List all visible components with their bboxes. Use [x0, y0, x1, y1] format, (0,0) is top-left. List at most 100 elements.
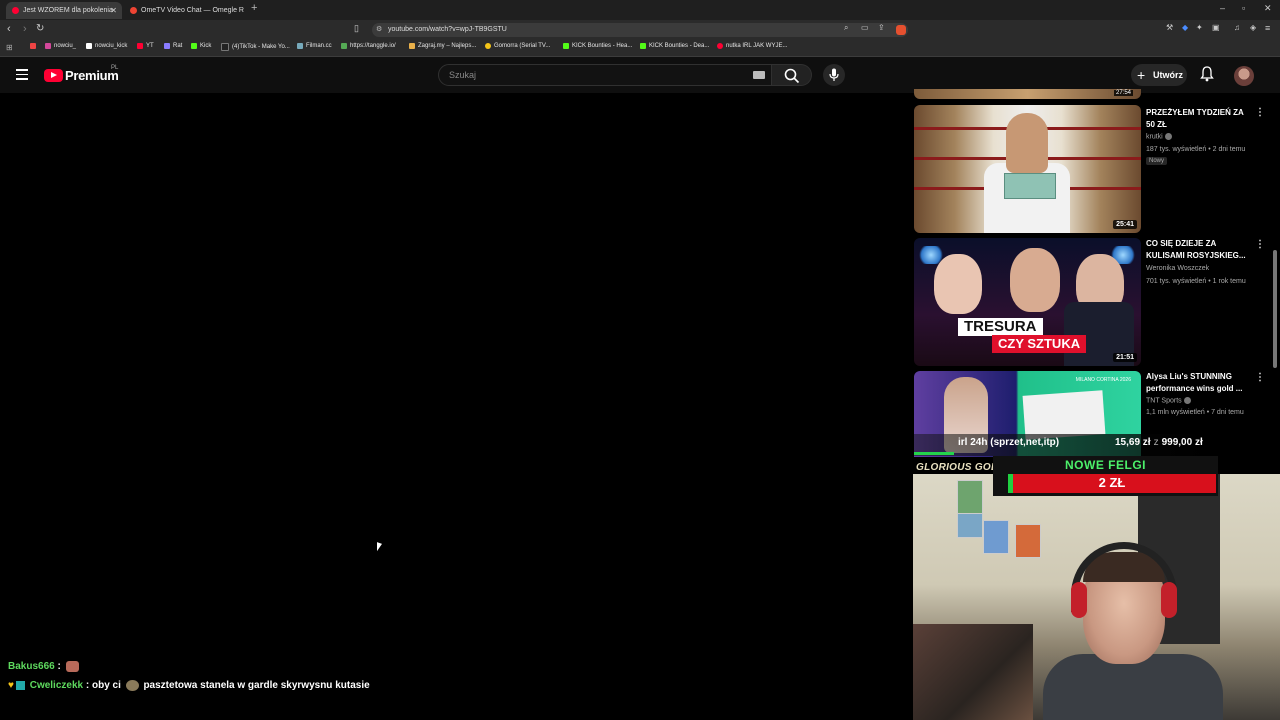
wall-poster: [957, 504, 983, 538]
notifications-bell-icon[interactable]: [1200, 66, 1214, 82]
bookmark-icon[interactable]: ▯: [354, 23, 359, 34]
maximize-button[interactable]: ▫: [1242, 3, 1245, 13]
thumb-text: CZY SZTUKA: [992, 335, 1087, 353]
channel-name[interactable]: TNT Sports: [1146, 397, 1191, 404]
wall-poster: [957, 480, 983, 514]
chat-text: oby ci: [91, 680, 121, 692]
ometv-favicon-icon: [130, 7, 137, 14]
headset-earcup: [1161, 582, 1177, 618]
bookmark-item[interactable]: Filman.cc: [297, 43, 332, 49]
sidebar-icon[interactable]: ▣: [1212, 23, 1220, 32]
background-clutter: [913, 624, 1033, 720]
menu-icon[interactable]: ≡: [1265, 23, 1270, 33]
bookmark-item[interactable]: Zagraj.my – Najleps...: [409, 43, 476, 49]
chat-text: pasztetowa stanela w gardle skyrwysnu ku…: [143, 680, 370, 692]
back-icon[interactable]: ‹: [7, 23, 11, 35]
video-title[interactable]: PRZEŻYŁEM TYDZIEŃ ZA 50 ZŁ: [1146, 107, 1250, 131]
bookmark-item[interactable]: [30, 43, 39, 49]
previous-video-thumbnail[interactable]: [914, 89, 1141, 99]
headset-earcup: [1071, 582, 1087, 618]
thumb-text: TRESURA: [958, 318, 1043, 336]
thumb-text: MILANO CORTINA 2026: [1075, 377, 1131, 383]
minimize-button[interactable]: –: [1220, 3, 1225, 13]
microphone-icon: [829, 68, 839, 81]
thumb-art-banknote: [1004, 173, 1056, 199]
close-window-button[interactable]: ✕: [1264, 3, 1272, 14]
search-input[interactable]: Szukaj: [438, 64, 772, 86]
url-field[interactable]: ⚙ youtube.com/watch?v=wpJ-TB9GSTU: [372, 23, 908, 37]
keyboard-icon[interactable]: [753, 71, 765, 79]
cast-icon[interactable]: ▭: [861, 23, 869, 32]
tab-youtube[interactable]: Jest WZOREM dla pokolenia ✕: [6, 2, 122, 19]
bookmark-item[interactable]: (4)TikTok - Make Yo...: [221, 43, 290, 51]
bookmark-item[interactable]: YT: [137, 43, 154, 49]
donation-goal-amount: 15,69 zł z 999,00 zł: [1115, 437, 1203, 448]
bookmark-item[interactable]: https://tanggle.io/: [341, 43, 396, 49]
page-scrollbar[interactable]: [1273, 250, 1277, 368]
logo-region: PL: [111, 65, 119, 71]
sponsor-logo: GLORIOUS GOLD: [916, 462, 1005, 473]
forward-icon[interactable]: ›: [23, 23, 27, 35]
search-icon: [784, 68, 800, 84]
thumb-art-face: [934, 254, 982, 314]
bookmark-item[interactable]: KICK Bounties - Dea...: [640, 43, 709, 49]
thumb-art-face: [1010, 248, 1060, 312]
site-info-icon[interactable]: ⚙: [376, 23, 382, 37]
new-tab-button[interactable]: +: [251, 2, 257, 14]
bookmark-item[interactable]: Rat: [164, 43, 182, 49]
verified-icon: [1164, 133, 1172, 140]
tab-title: Jest WZOREM dla pokolenia: [23, 7, 113, 14]
more-actions-icon[interactable]: ⋮: [1255, 372, 1265, 383]
puzzle-icon[interactable]: ✦: [1196, 23, 1203, 32]
streamer-hair: [1083, 552, 1165, 582]
bookmark-item[interactable]: Kick: [191, 43, 211, 49]
close-tab-icon[interactable]: ✕: [110, 6, 117, 15]
more-actions-icon[interactable]: ⋮: [1255, 239, 1265, 250]
heart-badge-icon: ♥: [8, 680, 14, 692]
channel-name[interactable]: krutki: [1146, 133, 1172, 140]
account-avatar[interactable]: [1234, 66, 1254, 86]
plus-icon: +: [1137, 67, 1146, 83]
search-button[interactable]: [772, 64, 812, 86]
chat-username: Cweliczekk: [29, 680, 84, 692]
reload-icon[interactable]: ↻: [36, 23, 44, 34]
background-door: [1138, 474, 1220, 644]
extension-icon[interactable]: ⚒: [1166, 23, 1173, 32]
share-icon[interactable]: ⇪: [878, 23, 885, 32]
search-placeholder: Szukaj: [449, 70, 477, 80]
browser-tab-bar: Jest WZOREM dla pokolenia ✕ OmeTV Video …: [0, 0, 1280, 20]
youtube-premium-logo[interactable]: Premium PL: [44, 65, 119, 83]
url-text: youtube.com/watch?v=wpJ-TB9GSTU: [388, 26, 507, 33]
donation-goal-progress: [914, 452, 954, 455]
video-title[interactable]: CO SIĘ DZIEJE ZA KULISAMI ROSYJSKIEG...: [1146, 238, 1250, 262]
bookmark-item[interactable]: nowciu_kick: [86, 43, 127, 49]
youtube-favicon-icon: [12, 7, 19, 14]
video-duration: 25:41: [1113, 220, 1137, 229]
media-icon[interactable]: ♫: [1234, 23, 1240, 32]
guide-menu-icon[interactable]: [16, 69, 28, 80]
more-actions-icon[interactable]: ⋮: [1255, 107, 1265, 118]
felgi-goal-amount: 2 ZŁ: [1098, 475, 1126, 490]
extension-blue-icon[interactable]: ◆: [1182, 23, 1188, 32]
apps-icon[interactable]: ⊞: [6, 43, 13, 52]
create-button[interactable]: + Utwórz: [1131, 64, 1187, 86]
brave-shield-icon[interactable]: [896, 25, 906, 35]
video-thumbnail[interactable]: 25:41: [914, 105, 1141, 233]
tab-title: OmeTV Video Chat — Omegle R: [141, 7, 244, 14]
channel-name[interactable]: Weronika Woszczek: [1146, 265, 1209, 272]
zoom-icon[interactable]: ⌕: [844, 23, 848, 33]
bookmark-item[interactable]: Gomorra (Serial TV...: [485, 43, 550, 49]
tab-ometv[interactable]: OmeTV Video Chat — Omegle R: [124, 2, 246, 19]
video-title[interactable]: Alysa Liu's STUNNING performance wins go…: [1146, 371, 1250, 395]
wall-poster: [1015, 524, 1041, 558]
emote-icon: [125, 680, 139, 691]
bookmark-item[interactable]: nowciu_: [45, 43, 76, 49]
emote-icon: [65, 661, 79, 672]
video-thumbnail[interactable]: TRESURA CZY SZTUKA 21:51: [914, 238, 1141, 366]
voice-search-button[interactable]: [823, 64, 845, 86]
bookmark-item[interactable]: KICK Bounties - Hea...: [563, 43, 632, 49]
streamer-head: [1083, 554, 1165, 664]
verified-icon: [1183, 397, 1191, 404]
bookmark-item[interactable]: nutka IRL JAK WYJE...: [717, 43, 787, 49]
wallet-icon[interactable]: ◈: [1250, 23, 1256, 32]
